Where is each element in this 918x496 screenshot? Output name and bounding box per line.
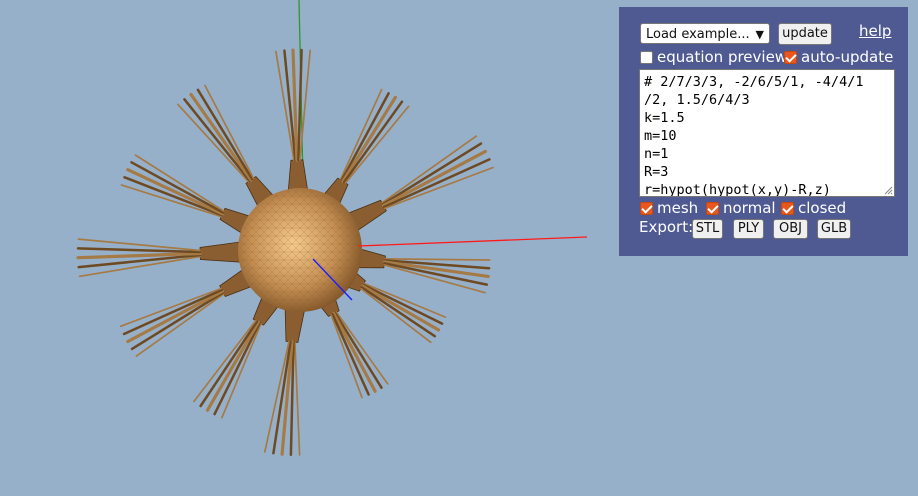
- code-line: # 2/7/3/3, -2/6/5/1, -4/4/1: [644, 74, 864, 90]
- axis-x-line: [357, 236, 588, 247]
- example-select-value: Load example...: [646, 27, 750, 42]
- auto-update-checkbox[interactable]: [784, 50, 797, 64]
- code-line: R=3: [644, 164, 669, 180]
- normal-checkbox[interactable]: [706, 201, 719, 215]
- closed-checkbox[interactable]: [781, 201, 794, 215]
- model-core-mesh: [240, 190, 360, 310]
- mesh-checkbox[interactable]: [640, 201, 653, 215]
- equation-preview-toggle[interactable]: equation preview: [640, 48, 787, 66]
- model-arm: [275, 48, 312, 211]
- code-line: m=10: [644, 128, 677, 144]
- mesh-label: mesh: [657, 199, 699, 217]
- auto-update-toggle[interactable]: auto-update: [784, 48, 893, 66]
- export-obj-button[interactable]: OBJ: [773, 219, 808, 239]
- normal-label: normal: [723, 199, 776, 217]
- chevron-down-icon: ▼: [755, 28, 764, 41]
- example-select[interactable]: Load example... ▼: [640, 23, 770, 44]
- export-ply-button[interactable]: PLY: [733, 219, 764, 239]
- code-line: r=hypot(hypot(x,y)-R,z): [644, 182, 831, 197]
- code-line: n=1: [644, 146, 669, 162]
- control-panel: Load example... ▼ update help equation p…: [619, 7, 908, 256]
- equation-preview-label: equation preview: [657, 48, 788, 66]
- mesh-toggle[interactable]: mesh: [640, 199, 698, 217]
- normal-toggle[interactable]: normal: [706, 199, 776, 217]
- code-line: /2, 1.5/6/4/3: [644, 92, 750, 108]
- closed-toggle[interactable]: closed: [781, 199, 846, 217]
- auto-update-label: auto-update: [801, 48, 894, 66]
- equation-editor[interactable]: # 2/7/3/3, -2/6/5/1, -4/4/1 /2, 1.5/6/4/…: [639, 69, 895, 197]
- equation-preview-checkbox[interactable]: [640, 50, 653, 64]
- help-link[interactable]: help: [859, 22, 891, 40]
- closed-label: closed: [798, 199, 847, 217]
- code-line: k=1.5: [644, 110, 685, 126]
- export-glb-button[interactable]: GLB: [817, 219, 851, 239]
- export-stl-button[interactable]: STL: [692, 219, 723, 239]
- update-button[interactable]: update: [778, 23, 832, 45]
- export-label: Export:: [639, 218, 694, 236]
- model-arm: [76, 238, 261, 278]
- resize-grip-icon[interactable]: [883, 185, 893, 195]
